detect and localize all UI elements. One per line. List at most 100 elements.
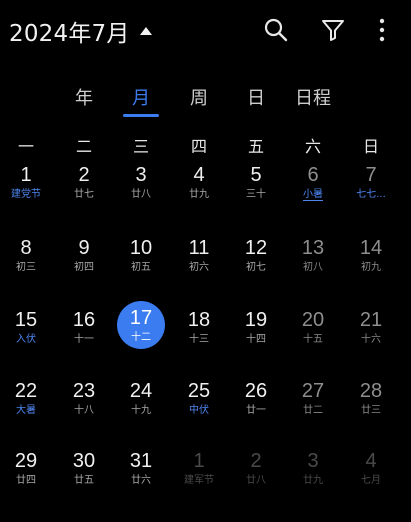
day-number: 21 [359,309,383,331]
day-number: 8 [20,237,32,259]
view-tabs: 年 月 周 日 日程 [0,84,411,118]
day-number: 29 [14,450,38,472]
day-cell[interactable]: 4 廿九 [171,160,227,220]
day-number: 14 [359,237,383,259]
lunar-date-label: 廿五 [74,475,94,486]
day-cell[interactable]: 16 十一 [56,305,112,365]
holiday-label: 中伏 [189,405,209,416]
tab-year[interactable]: 年 [75,84,93,110]
lunar-date-label: 廿四 [16,475,36,486]
lunar-date-label: 三十 [246,189,266,200]
day-number: 12 [244,237,268,259]
lunar-date-label: 十六 [361,334,381,345]
tab-week[interactable]: 周 [190,84,208,110]
day-cell[interactable]: 22 大暑 [0,376,54,436]
lunar-date-label: 廿八 [131,189,151,200]
day-number: 16 [72,309,96,331]
day-cell-today[interactable]: 17 十二 [113,301,169,365]
lunar-date-label: 廿二 [303,405,323,416]
lunar-date-label: 建军节 [184,475,214,486]
search-icon[interactable] [262,16,290,44]
lunar-date-label: 十二 [131,332,151,343]
weekday-header: 一 二 三 四 五 六 日 [0,133,411,156]
tab-month[interactable]: 月 [132,84,150,110]
lunar-date-label: 十五 [303,334,323,345]
weekday-label: 五 [247,137,265,156]
lunar-date-label: 初八 [303,262,323,273]
month-selector[interactable]: 2024年7月 [9,14,152,48]
filter-icon[interactable] [319,16,347,44]
day-number: 24 [129,380,153,402]
lunar-date-label: 廿九 [303,475,323,486]
tab-day[interactable]: 日 [247,84,265,110]
lunar-date-label: 初六 [189,262,209,273]
day-cell[interactable]: 26 廿一 [228,376,284,436]
lunar-date-label: 初四 [74,262,94,273]
lunar-date-label: 廿六 [131,475,151,486]
day-number: 11 [188,237,210,259]
day-cell[interactable]: 4 七月 [343,446,399,506]
day-cell[interactable]: 1 建军节 [171,446,227,506]
day-cell[interactable]: 21 十六 [343,305,399,365]
day-cell[interactable]: 28 廿三 [343,376,399,436]
day-number: 3 [307,450,319,472]
day-cell[interactable]: 20 十五 [285,305,341,365]
more-vert-icon[interactable] [368,16,396,44]
lunar-date-label: 七月 [361,475,381,486]
day-cell[interactable]: 27 廿二 [285,376,341,436]
lunar-date-label: 廿三 [361,405,381,416]
day-cell[interactable]: 3 廿八 [113,160,169,220]
weekday-label: 三 [132,137,150,156]
app-header: 2024年7月 [0,0,411,62]
day-number: 2 [78,164,90,186]
tab-agenda[interactable]: 日程 [295,84,331,110]
day-cell[interactable]: 15 入伏 [0,305,54,365]
weekday-label: 四 [190,137,208,156]
day-number: 17 [129,307,153,329]
day-number: 20 [301,309,325,331]
day-cell[interactable]: 2 廿八 [228,446,284,506]
day-cell[interactable]: 29 廿四 [0,446,54,506]
day-cell[interactable]: 1 建党节 [0,160,54,220]
day-cell[interactable]: 7 七七... [343,160,399,220]
lunar-date-label: 廿八 [246,475,266,486]
lunar-date-label: 十三 [189,334,209,345]
lunar-date-label: 初九 [361,262,381,273]
day-number: 15 [14,309,38,331]
day-number: 5 [250,164,262,186]
lunar-date-label: 十一 [74,334,94,345]
day-cell[interactable]: 2 廿七 [56,160,112,220]
day-number: 31 [129,450,153,472]
day-cell[interactable]: 3 廿九 [285,446,341,506]
day-number: 9 [78,237,90,259]
day-cell[interactable]: 12 初七 [228,233,284,293]
day-cell[interactable]: 25 中伏 [171,376,227,436]
day-cell[interactable]: 8 初三 [0,233,54,293]
day-cell[interactable]: 24 十九 [113,376,169,436]
day-number: 4 [365,450,377,472]
day-number: 2 [250,450,262,472]
holiday-label: 七七... [356,189,386,200]
weekday-label: 一 [17,137,35,156]
day-cell[interactable]: 9 初四 [56,233,112,293]
day-cell[interactable]: 10 初五 [113,233,169,293]
day-number: 1 [20,164,32,186]
day-cell[interactable]: 5 三十 [228,160,284,220]
day-cell[interactable]: 11 初六 [171,233,227,293]
day-cell[interactable]: 6 小暑 [285,160,341,220]
day-cell[interactable]: 13 初八 [285,233,341,293]
day-cell[interactable]: 31 廿六 [113,446,169,506]
day-number: 4 [193,164,205,186]
day-cell[interactable]: 14 初九 [343,233,399,293]
day-number: 13 [301,237,325,259]
day-cell[interactable]: 30 廿五 [56,446,112,506]
day-number: 25 [187,380,211,402]
day-cell[interactable]: 18 十三 [171,305,227,365]
day-number: 6 [307,164,319,186]
day-cell[interactable]: 19 十四 [228,305,284,365]
day-number: 18 [187,309,211,331]
holiday-label: 小暑 [303,189,323,200]
day-number: 28 [359,380,383,402]
day-number: 10 [129,237,153,259]
day-cell[interactable]: 23 十八 [56,376,112,436]
